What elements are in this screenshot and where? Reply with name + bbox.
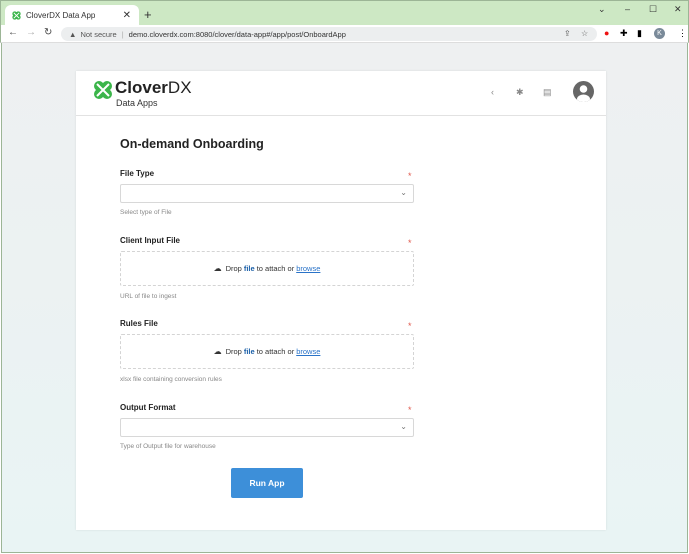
share-icon[interactable]: ⇪ [564, 29, 571, 38]
client-input-file-dropzone[interactable]: ☁ Drop file to attach or browse [120, 251, 414, 286]
file-type-label: File Type [120, 169, 155, 178]
sidebar-icon[interactable]: ▮ [637, 28, 642, 39]
client-input-file-help: URL of file to ingest [120, 293, 177, 300]
cloud-upload-icon: ☁ [213, 347, 222, 356]
new-tab-icon[interactable]: + [144, 7, 152, 22]
menu-icon[interactable]: ⋮ [678, 28, 687, 39]
page-background: CloverDX Data Apps ‹ ✱ ▤ On-demand Onboa… [1, 43, 688, 553]
required-marker: * [408, 321, 412, 331]
browser-tab[interactable]: CloverDX Data App ✕ [5, 5, 139, 26]
browser-titlebar: CloverDX Data App ✕ + ⌄ – ☐ ✕ [0, 0, 689, 26]
brand-subtitle: Data Apps [116, 98, 158, 108]
run-app-button[interactable]: Run App [231, 468, 303, 498]
address-bar[interactable]: ▲ Not secure | demo.cloverdx.com:8080/cl… [61, 27, 597, 41]
settings-gear-icon[interactable]: ✱ [516, 87, 524, 98]
bookmark-star-icon[interactable]: ☆ [581, 29, 588, 38]
client-input-file-label: Client Input File [120, 236, 180, 245]
page-title: On-demand Onboarding [120, 137, 264, 151]
output-format-select[interactable]: ⌄ [120, 418, 414, 437]
brand-name: CloverDX [115, 78, 192, 97]
cloud-upload-icon: ☁ [213, 264, 222, 273]
opera-icon[interactable]: ● [604, 28, 609, 38]
back-icon[interactable]: ← [8, 27, 18, 38]
rules-file-help: xlsx file containing conversion rules [120, 376, 222, 383]
profile-avatar[interactable]: K [654, 28, 665, 39]
warning-icon: ▲ [69, 29, 77, 39]
tab-search-icon[interactable]: ⌄ [598, 4, 606, 15]
file-type-help: Select type of File [120, 209, 172, 216]
minimize-icon[interactable]: – [625, 4, 630, 14]
app-header: CloverDX Data Apps ‹ ✱ ▤ [76, 71, 606, 116]
app-card: CloverDX Data Apps ‹ ✱ ▤ On-demand Onboa… [76, 71, 606, 530]
close-tab-icon[interactable]: ✕ [123, 10, 131, 21]
chevron-down-icon: ⌄ [400, 422, 407, 431]
close-window-icon[interactable]: ✕ [674, 4, 682, 15]
required-marker: * [408, 405, 412, 415]
rules-file-label: Rules File [120, 319, 158, 328]
browse-link[interactable]: browse [296, 347, 320, 356]
url-text: demo.cloverdx.com:8080/clover/data-app#/… [128, 29, 346, 39]
cloverdx-favicon [12, 11, 21, 20]
back-chevron-icon[interactable]: ‹ [491, 87, 494, 97]
tab-title: CloverDX Data App [26, 11, 96, 20]
chevron-down-icon: ⌄ [400, 188, 407, 197]
file-type-select[interactable]: ⌄ [120, 184, 414, 203]
output-format-help: Type of Output file for warehouse [120, 443, 216, 450]
not-secure-label: Not secure [80, 29, 117, 39]
extensions-icon[interactable]: ✚ [620, 28, 628, 39]
cloverdx-logo-icon [94, 81, 112, 99]
required-marker: * [408, 171, 412, 181]
required-marker: * [408, 238, 412, 248]
rules-file-dropzone[interactable]: ☁ Drop file to attach or browse [120, 334, 414, 369]
forward-icon[interactable]: → [26, 27, 36, 38]
maximize-icon[interactable]: ☐ [649, 4, 657, 15]
browser-toolbar: ← → ↻ ▲ Not secure | demo.cloverdx.com:8… [0, 25, 689, 43]
user-avatar-icon[interactable] [573, 81, 594, 102]
output-format-label: Output Format [120, 403, 176, 412]
browse-link[interactable]: browse [296, 264, 320, 273]
book-icon[interactable]: ▤ [543, 87, 552, 98]
reload-icon[interactable]: ↻ [44, 27, 52, 38]
